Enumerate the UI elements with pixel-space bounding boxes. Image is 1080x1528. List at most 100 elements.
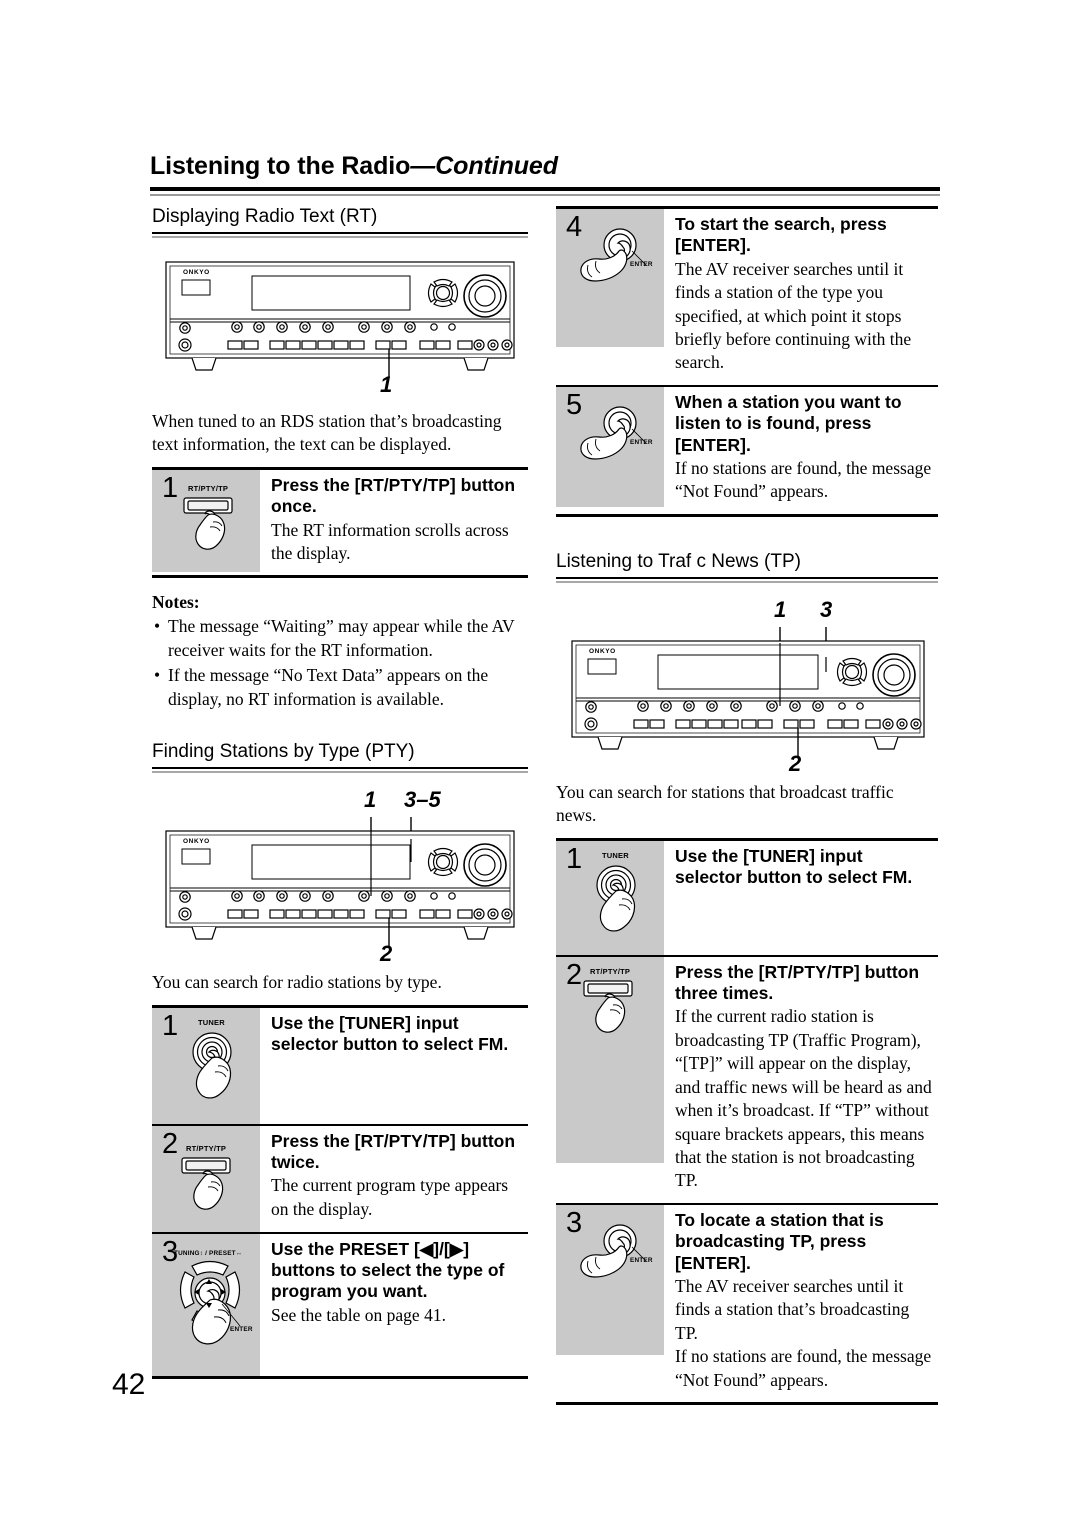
receiver-brand-label: ONKYO bbox=[589, 648, 616, 655]
right-column: 4 ENTER To start the search, press [ENTE… bbox=[556, 206, 938, 1406]
step-description: If the current radio station is broadcas… bbox=[675, 1006, 932, 1191]
diagram-callout-1: 1 bbox=[380, 372, 393, 397]
section-rule bbox=[152, 232, 528, 234]
page-number: 42 bbox=[112, 1368, 146, 1401]
note-item: • The message “Waiting” may appear while … bbox=[152, 615, 528, 662]
section-heading-pty: Finding Stations by Type (PTY) bbox=[152, 741, 415, 763]
diagram-callout-1: 1 bbox=[774, 596, 787, 622]
step-icon-cell: 2 RT/PTY/TP bbox=[556, 956, 664, 1163]
step-row: 1 TUNER Use the [TUNER] input selector b… bbox=[152, 1007, 528, 1126]
step-body: Press the [RT/PTY/TP] button once. The R… bbox=[260, 469, 528, 576]
step-body: When a station you want to listen to is … bbox=[664, 386, 938, 514]
step-number: 1 bbox=[162, 471, 179, 504]
note-item: • If the message “No Text Data” appears o… bbox=[152, 664, 528, 711]
step-icon-cell: 5 ENTER bbox=[556, 386, 664, 507]
pty-diagram-top-callouts: 1 3–5 bbox=[152, 787, 528, 817]
button-caption-label: TUNER bbox=[602, 850, 629, 860]
section-rule bbox=[556, 576, 938, 579]
note-text: If the message “No Text Data” appears on… bbox=[168, 665, 489, 709]
step-body: Use the PRESET [◀]/[▶] buttons to select… bbox=[260, 1233, 528, 1376]
step-heading: Press the [RT/PTY/TP] button once. bbox=[271, 474, 516, 517]
manual-page: Listening to the Radio—Continued Display… bbox=[0, 0, 1080, 1528]
step-row: 3 TUNING↕ / PRESET↔ ENTER Use the PRESET… bbox=[152, 1233, 528, 1376]
section-rule bbox=[152, 767, 528, 770]
nav-pad-with-hand-icon bbox=[179, 1260, 241, 1345]
pty-steps-table: 1 TUNER Use the [TUNER] input selector b… bbox=[152, 1004, 528, 1379]
step-heading: Press the [RT/PTY/TP] button twice. bbox=[271, 1130, 516, 1172]
rect-button-with-hand-icon bbox=[583, 980, 633, 1033]
receiver-diagram-pty: ONKYO 2 bbox=[152, 817, 528, 967]
pty-steps-continued-table: 4 ENTER To start the search, press [ENTE… bbox=[556, 206, 938, 517]
step-description: The AV receiver searches until it finds … bbox=[675, 258, 912, 373]
receiver-diagram-tp: ONKYO 2 bbox=[556, 626, 938, 777]
bullet-icon: • bbox=[154, 665, 161, 686]
step-heading: To start the search, press [ENTER]. bbox=[675, 214, 887, 256]
step-description: If no stations are found, the message “N… bbox=[675, 1346, 932, 1390]
step-row: 2 RT/PTY/TP Press the [RT/PTY/TP] button… bbox=[152, 1125, 528, 1234]
rt-steps-table: 1 RT/PTY/TP Press the [RT/PTY/TP] button… bbox=[152, 466, 528, 579]
header-rule-thin bbox=[150, 194, 940, 196]
step-heading: To locate a station that is broadcasting… bbox=[675, 1209, 884, 1273]
diagram-callout-2: 2 bbox=[789, 750, 802, 776]
notes-heading: Notes: bbox=[152, 592, 200, 613]
enter-button-with-hand-icon bbox=[580, 406, 647, 460]
section-rule-secondary bbox=[152, 236, 528, 238]
step-icon-cell: 1 RT/PTY/TP bbox=[152, 469, 260, 572]
section-displaying-radio-text: Displaying Radio Text (RT) bbox=[152, 206, 528, 238]
step-body: Press the [RT/PTY/TP] button three times… bbox=[664, 956, 938, 1203]
rt-intro-paragraph: When tuned to an RDS station that’s broa… bbox=[152, 411, 502, 455]
button-caption-label: TUNER bbox=[198, 1017, 225, 1027]
bullet-icon: • bbox=[154, 616, 161, 637]
step-description: See the table on page 41. bbox=[271, 1304, 446, 1325]
step-row: 1 TUNER Use the [TUNER] input selector b… bbox=[556, 840, 938, 957]
button-caption-label: RT/PTY/TP bbox=[188, 483, 229, 493]
rect-button-with-hand-icon bbox=[181, 1157, 231, 1210]
page-header: Listening to the Radio—Continued bbox=[150, 152, 940, 196]
step-icon-cell: 4 ENTER bbox=[556, 209, 664, 347]
step-number: 1 bbox=[162, 1009, 179, 1042]
button-caption-label: RT/PTY/TP bbox=[186, 1143, 227, 1153]
step-number: 2 bbox=[566, 958, 583, 991]
step-heading: Press the [RT/PTY/TP] button three times… bbox=[675, 961, 920, 1003]
receiver-front-panel-svg: ONKYO bbox=[165, 817, 515, 948]
step-icon-cell: 3 ENTER bbox=[556, 1204, 664, 1355]
round-knob-with-hand-icon bbox=[192, 1032, 232, 1099]
step-row: 1 RT/PTY/TP Press the [RT/PTY/TP] button… bbox=[152, 469, 528, 576]
receiver-brand-label: ONKYO bbox=[183, 269, 210, 276]
note-text: The message “Waiting” may appear while t… bbox=[168, 616, 515, 660]
button-caption-label: RT/PTY/TP bbox=[590, 966, 631, 976]
enter-button-with-hand-icon bbox=[580, 228, 647, 282]
header-rule-thick bbox=[150, 187, 940, 191]
step-heading: Use the PRESET [◀]/[▶] buttons to select… bbox=[271, 1238, 505, 1302]
step-number: 1 bbox=[566, 842, 583, 875]
step-heading: Use the [TUNER] input selector button to… bbox=[271, 1012, 509, 1054]
tp-diagram-top-callouts: 1 3 bbox=[556, 597, 938, 627]
page-title: Listening to the Radio—Continued bbox=[150, 152, 940, 181]
diagram-callout-2: 2 bbox=[380, 941, 393, 967]
section-heading-rt: Displaying Radio Text (RT) bbox=[152, 206, 378, 227]
step-row: 3 ENTER To locate a station that is broa… bbox=[556, 1204, 938, 1403]
step-heading: Use the [TUNER] input selector button to… bbox=[675, 845, 913, 887]
step-description: The current program type appears on the … bbox=[271, 1175, 509, 1219]
step-row: 4 ENTER To start the search, press [ENTE… bbox=[556, 209, 938, 387]
section-rule-secondary bbox=[556, 580, 938, 583]
step-icon-cell: 1 TUNER bbox=[556, 840, 664, 955]
step-icon-cell: 2 RT/PTY/TP bbox=[152, 1125, 260, 1232]
rect-button-with-hand-icon bbox=[183, 497, 233, 550]
step-body: To locate a station that is broadcasting… bbox=[664, 1204, 938, 1403]
diagram-callout-1: 1 bbox=[364, 787, 377, 813]
tp-steps-table: 1 TUNER Use the [TUNER] input selector b… bbox=[556, 837, 938, 1406]
receiver-front-panel-svg: ONKYO bbox=[571, 626, 925, 757]
step-description: The AV receiver searches until it finds … bbox=[675, 1275, 910, 1343]
step-description: The RT information scrolls across the di… bbox=[271, 519, 509, 563]
enter-button-with-hand-icon bbox=[580, 1224, 647, 1278]
step-icon-cell: 3 TUNING↕ / PRESET↔ ENTER bbox=[152, 1233, 260, 1376]
step-body: To start the search, press [ENTER]. The … bbox=[664, 209, 938, 385]
step-body: Use the [TUNER] input selector button to… bbox=[260, 1007, 528, 1124]
diagram-callout-3: 3 bbox=[820, 596, 833, 622]
section-heading-tp: Listening to Traf c News (TP) bbox=[556, 550, 801, 572]
step-heading: When a station you want to listen to is … bbox=[675, 391, 902, 455]
page-title-main: Listening to the Radio bbox=[150, 152, 411, 180]
step-icon-cell: 1 TUNER bbox=[152, 1007, 260, 1124]
receiver-diagram-rt: ONKYO 1 bbox=[152, 252, 528, 400]
